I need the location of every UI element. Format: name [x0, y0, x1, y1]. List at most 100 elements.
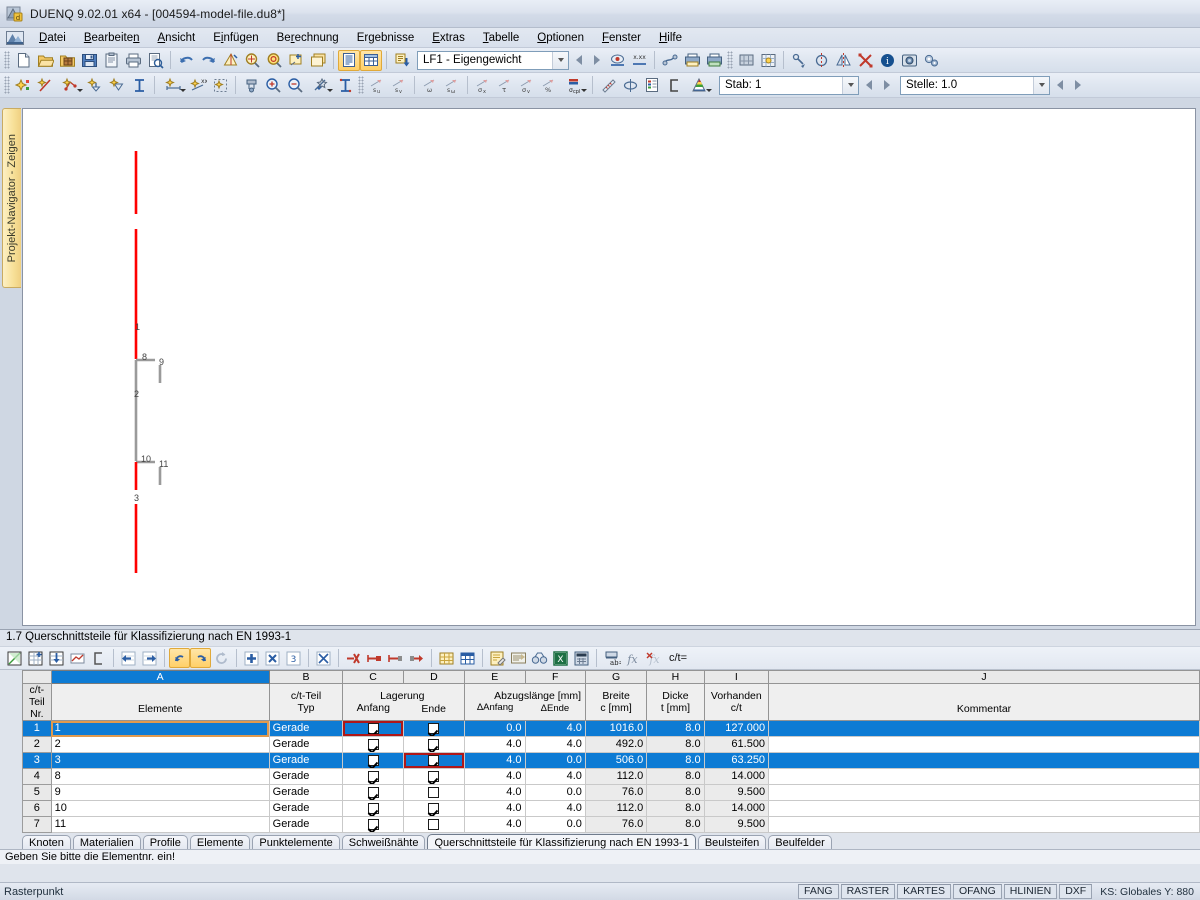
- new-support-2-icon[interactable]: [106, 75, 128, 96]
- kommentar-cell[interactable]: [768, 768, 1200, 785]
- checkbox-checked-icon[interactable]: [428, 754, 440, 766]
- kommentar-cell[interactable]: [768, 752, 1200, 769]
- elemente-cell[interactable]: 11: [50, 816, 270, 833]
- row-number-cell[interactable]: 6: [22, 800, 52, 817]
- zoom-region-icon[interactable]: [241, 50, 263, 71]
- row-number-cell[interactable]: 3: [22, 752, 52, 769]
- breite-cell[interactable]: 112.0: [584, 768, 648, 785]
- breite-cell[interactable]: 76.0: [584, 816, 648, 833]
- menu-item-extras[interactable]: Extras: [423, 30, 474, 46]
- omega-icon[interactable]: ω: [419, 75, 441, 96]
- row-number-cell[interactable]: 5: [22, 784, 52, 801]
- breite-cell[interactable]: 506.0: [584, 752, 648, 769]
- checkbox-checked-icon[interactable]: [367, 770, 379, 782]
- lagerung-anfang-cell[interactable]: [342, 784, 404, 801]
- menu-item-ergebnisse[interactable]: Ergebnisse: [348, 30, 424, 46]
- load-export-icon[interactable]: [391, 50, 413, 71]
- bottom-tab[interactable]: Knoten: [22, 835, 71, 850]
- sigma-v-icon[interactable]: σv: [516, 75, 538, 96]
- lagerung-ende-cell[interactable]: [402, 784, 466, 801]
- c-bracket-icon[interactable]: [88, 648, 109, 668]
- c-shape-icon[interactable]: [663, 75, 685, 96]
- add-numbered-icon[interactable]: 3: [283, 648, 304, 668]
- render-solid-icon[interactable]: [735, 50, 757, 71]
- bottom-tab[interactable]: Materialien: [72, 835, 141, 850]
- status-panel-raster[interactable]: RASTER: [840, 884, 896, 899]
- menu-item-tabelle[interactable]: Tabelle: [474, 30, 528, 46]
- calculator-icon[interactable]: [571, 648, 592, 668]
- load-case-combo[interactable]: LF1 - Eigengewicht: [417, 50, 569, 70]
- table-row[interactable]: 6 10 Gerade 4.0 4.0 112.0 8.0 14.000: [22, 800, 1200, 817]
- lagerung-anfang-cell[interactable]: [342, 768, 404, 785]
- status-panel-dxf[interactable]: DXF: [1059, 884, 1093, 899]
- info-icon[interactable]: i: [876, 50, 898, 71]
- edit-table-icon[interactable]: [4, 648, 25, 668]
- percent-icon[interactable]: %: [538, 75, 560, 96]
- mirror-icon[interactable]: [832, 50, 854, 71]
- lagerung-anfang-cell[interactable]: [342, 800, 404, 817]
- print-icon[interactable]: [122, 50, 144, 71]
- add-row-icon[interactable]: [241, 648, 262, 668]
- sigma-cpl-icon[interactable]: σ cpl: [560, 75, 588, 96]
- dicke-cell[interactable]: 8.0: [646, 768, 705, 785]
- new-window-icon[interactable]: [307, 50, 329, 71]
- delta-anfang-cell[interactable]: 4.0: [464, 736, 526, 753]
- open-package-icon[interactable]: [56, 50, 78, 71]
- delta-ende-cell[interactable]: 4.0: [524, 736, 586, 753]
- prev-location-button[interactable]: [1051, 75, 1069, 95]
- lagerung-anfang-cell[interactable]: [342, 816, 404, 833]
- kommentar-cell[interactable]: [768, 736, 1200, 753]
- copy-icon[interactable]: [100, 50, 122, 71]
- location-combo[interactable]: Stelle: 1.0: [900, 75, 1050, 95]
- color-palette-icon[interactable]: [685, 75, 713, 96]
- section-icon[interactable]: [334, 75, 356, 96]
- delta-ende-cell[interactable]: 4.0: [524, 800, 586, 817]
- table-row[interactable]: 5 9 Gerade 4.0 0.0 76.0 8.0 9.500: [22, 784, 1200, 801]
- lagerung-ende-cell[interactable]: [402, 800, 466, 817]
- status-panel-ofang[interactable]: OFANG: [953, 884, 1002, 899]
- col-letter-f[interactable]: F: [524, 670, 586, 684]
- delta-ende-cell[interactable]: 0.0: [524, 816, 586, 833]
- pan-icon[interactable]: [306, 75, 334, 96]
- bottom-tab[interactable]: Beulfelder: [768, 835, 832, 850]
- menu-item-fenster[interactable]: Fenster: [593, 30, 650, 46]
- kommentar-cell[interactable]: [768, 720, 1200, 737]
- new-node-icon[interactable]: [12, 75, 34, 96]
- save-icon[interactable]: [78, 50, 100, 71]
- next-load-case-button[interactable]: [588, 50, 606, 70]
- prev-member-button[interactable]: [860, 75, 878, 95]
- insert-left-red-icon[interactable]: [385, 648, 406, 668]
- print-report-2-icon[interactable]: [703, 50, 725, 71]
- grid-yellow-icon[interactable]: [436, 648, 457, 668]
- center-icon[interactable]: [619, 75, 641, 96]
- checkbox-checked-icon[interactable]: [367, 738, 379, 750]
- breite-cell[interactable]: 76.0: [584, 784, 648, 801]
- lagerung-ende-cell[interactable]: [402, 736, 466, 753]
- insert-right-red-icon[interactable]: [406, 648, 427, 668]
- table-row[interactable]: 2 2 Gerade 4.0 4.0 492.0 8.0 61.500: [22, 736, 1200, 753]
- mirror-axis-icon[interactable]: [810, 50, 832, 71]
- menu-item-optionen[interactable]: Optionen: [528, 30, 593, 46]
- sigma-x-icon[interactable]: σx: [472, 75, 494, 96]
- bottom-tab[interactable]: Punktelemente: [252, 835, 340, 850]
- delete-row-red-icon[interactable]: [343, 648, 364, 668]
- lagerung-anfang-cell[interactable]: [342, 736, 404, 753]
- toolbar-grip[interactable]: [727, 51, 733, 69]
- lagerung-ende-cell[interactable]: [402, 816, 466, 833]
- print-report-icon[interactable]: [681, 50, 703, 71]
- fx-clear-icon[interactable]: fx: [643, 648, 664, 668]
- table-row[interactable]: 3 3 Gerade 4.0 0.0 506.0 8.0 63.250: [22, 752, 1200, 769]
- show-tables-icon[interactable]: [338, 49, 360, 71]
- col-letter-a[interactable]: A: [50, 670, 270, 684]
- vorhanden-cell[interactable]: 9.500: [703, 784, 770, 801]
- chart-row-icon[interactable]: [67, 648, 88, 668]
- vorhanden-cell[interactable]: 14.000: [703, 800, 770, 817]
- elemente-cell[interactable]: 8: [50, 768, 270, 785]
- elemente-cell[interactable]: 3: [50, 752, 270, 769]
- menu-item-hilfe[interactable]: Hilfe: [650, 30, 691, 46]
- decimal-places-icon[interactable]: x.xx: [628, 50, 650, 71]
- row-number-cell[interactable]: 2: [22, 736, 52, 753]
- lagerung-ende-cell[interactable]: [402, 768, 466, 785]
- project-navigator-tab[interactable]: Projekt-Navigator - Zeigen: [2, 108, 21, 288]
- new-support-icon[interactable]: [84, 75, 106, 96]
